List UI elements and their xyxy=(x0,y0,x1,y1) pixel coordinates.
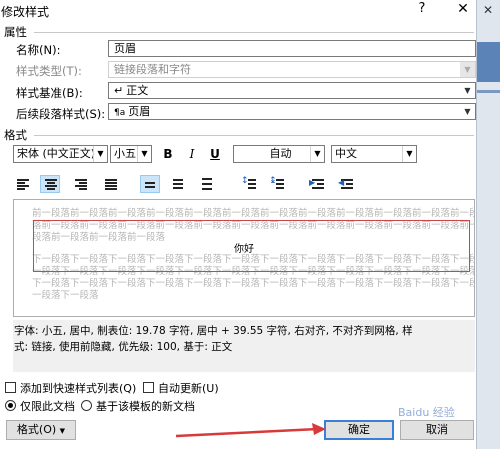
new-documents-label[interactable]: 基于该模板的新文档 xyxy=(96,398,195,414)
description-line: 式: 链接, 使用前隐藏, 优先级: 100, 基于: 正文 xyxy=(14,341,233,353)
one-half-spacing-button[interactable] xyxy=(169,175,189,193)
script-select[interactable]: 中文 ▼ xyxy=(331,145,417,163)
format-menu-button[interactable]: 格式(O) ▼ xyxy=(6,420,76,440)
ok-button-label: 确定 xyxy=(348,423,370,436)
preview-prev-line: 前一段落前一段落前一段落前一段落前一段落前一段落前一段落前一段落前一段落前一段落… xyxy=(32,208,475,219)
align-right-button[interactable] xyxy=(71,175,91,193)
this-document-only-radio[interactable] xyxy=(5,400,16,411)
font-color-value: 自动 xyxy=(269,147,292,160)
font-select[interactable]: 宋体 (中文正文) ▼ xyxy=(13,145,108,163)
style-type-label: 样式类型(T): xyxy=(16,64,82,78)
name-field-value: 页眉 xyxy=(114,42,136,55)
annotation-arrow-shaft xyxy=(175,427,319,438)
preview-next-line: 一段落下一段落 xyxy=(32,290,99,301)
auto-update-checkbox[interactable] xyxy=(143,382,154,393)
style-type-value: 链接段落和字符 xyxy=(114,63,191,76)
background-divider xyxy=(477,90,500,93)
based-on-label: 样式基准(B): xyxy=(16,86,83,100)
name-field[interactable]: 页眉 xyxy=(108,40,476,57)
chevron-down-icon[interactable]: ▼ xyxy=(402,146,416,162)
chevron-down-icon[interactable]: ▼ xyxy=(137,146,151,162)
style-type-select: 链接段落和字符 ▼ xyxy=(108,61,476,78)
background-close-icon: ✕ xyxy=(483,3,494,17)
italic-button[interactable]: I xyxy=(184,146,200,162)
style-description: 字体: 小五, 居中, 制表位: 19.78 字符, 居中 + 39.55 字符… xyxy=(13,320,475,372)
font-size-select[interactable]: 小五 ▼ xyxy=(110,145,152,163)
double-spacing-button[interactable] xyxy=(198,175,218,193)
new-documents-radio[interactable] xyxy=(81,400,92,411)
cancel-button-label: 取消 xyxy=(426,423,448,436)
next-style-label: 后续段落样式(S): xyxy=(16,107,106,121)
ok-button[interactable]: 确定 xyxy=(324,420,394,440)
name-label: 名称(N): xyxy=(16,43,61,57)
properties-heading: 属性 xyxy=(4,25,27,39)
chevron-down-icon[interactable]: ▼ xyxy=(460,104,475,119)
align-center-button[interactable] xyxy=(40,175,60,193)
based-on-value: 正文 xyxy=(126,84,149,97)
style-icon: ¶a xyxy=(114,108,126,118)
add-to-gallery-label[interactable]: 添加到快速样式列表(Q) xyxy=(20,380,136,396)
align-left-button[interactable] xyxy=(13,175,33,193)
background-window-edge: ✕ xyxy=(476,0,500,449)
next-style-value: 页眉 xyxy=(128,105,151,118)
space-before-decrease-icon[interactable]: ↨ xyxy=(268,175,288,193)
chevron-down-icon: ▼ xyxy=(59,427,66,435)
based-on-select[interactable]: ↵ 正文 ▼ xyxy=(108,82,476,99)
chevron-down-icon: ▼ xyxy=(460,62,475,77)
annotation-highlight-box xyxy=(33,220,470,272)
next-style-select[interactable]: ¶a 页眉 ▼ xyxy=(108,103,476,120)
bold-button[interactable]: B xyxy=(160,146,176,162)
increase-indent-icon[interactable]: ▶ xyxy=(308,175,328,193)
font-size-value: 小五 xyxy=(114,147,136,160)
paragraph-mark-icon: ↵ xyxy=(114,84,124,97)
underline-button[interactable]: U xyxy=(207,146,223,162)
chevron-down-icon[interactable]: ▼ xyxy=(310,146,324,162)
font-color-select[interactable]: 自动 ▼ xyxy=(233,145,325,163)
decrease-indent-icon[interactable]: ◀ xyxy=(337,175,357,193)
background-panel xyxy=(477,42,500,82)
help-icon[interactable]: ? xyxy=(411,1,433,21)
close-icon[interactable]: ✕ xyxy=(452,1,474,21)
window-title: 修改样式 xyxy=(1,5,50,19)
format-divider xyxy=(34,135,474,136)
justify-button[interactable] xyxy=(101,175,121,193)
font-value: 宋体 (中文正文) xyxy=(17,147,96,160)
space-before-increase-icon[interactable]: ↕ xyxy=(240,175,260,193)
format-heading: 格式 xyxy=(4,128,27,142)
description-line: 字体: 小五, 居中, 制表位: 19.78 字符, 居中 + 39.55 字符… xyxy=(14,325,413,337)
single-spacing-button[interactable] xyxy=(140,175,160,193)
format-button-label: 格式(O) xyxy=(16,423,57,436)
properties-divider xyxy=(34,32,474,33)
script-value: 中文 xyxy=(335,147,357,160)
auto-update-label[interactable]: 自动更新(U) xyxy=(158,380,219,396)
chevron-down-icon[interactable]: ▼ xyxy=(460,83,475,98)
preview-next-line: 下一段落下一段落下一段落下一段落下一段落下一段落下一段落下一段落下一段落下一段落… xyxy=(32,278,475,289)
title-bar: 修改样式 ? ✕ xyxy=(0,0,500,22)
chevron-down-icon[interactable]: ▼ xyxy=(93,146,107,162)
watermark-logo: Baidu 经验 xyxy=(398,406,455,419)
this-document-only-label[interactable]: 仅限此文档 xyxy=(20,398,75,414)
add-to-gallery-checkbox[interactable] xyxy=(5,382,16,393)
cancel-button[interactable]: 取消 xyxy=(400,420,474,440)
style-preview: 前一段落前一段落前一段落前一段落前一段落前一段落前一段落前一段落前一段落前一段落… xyxy=(13,199,475,317)
